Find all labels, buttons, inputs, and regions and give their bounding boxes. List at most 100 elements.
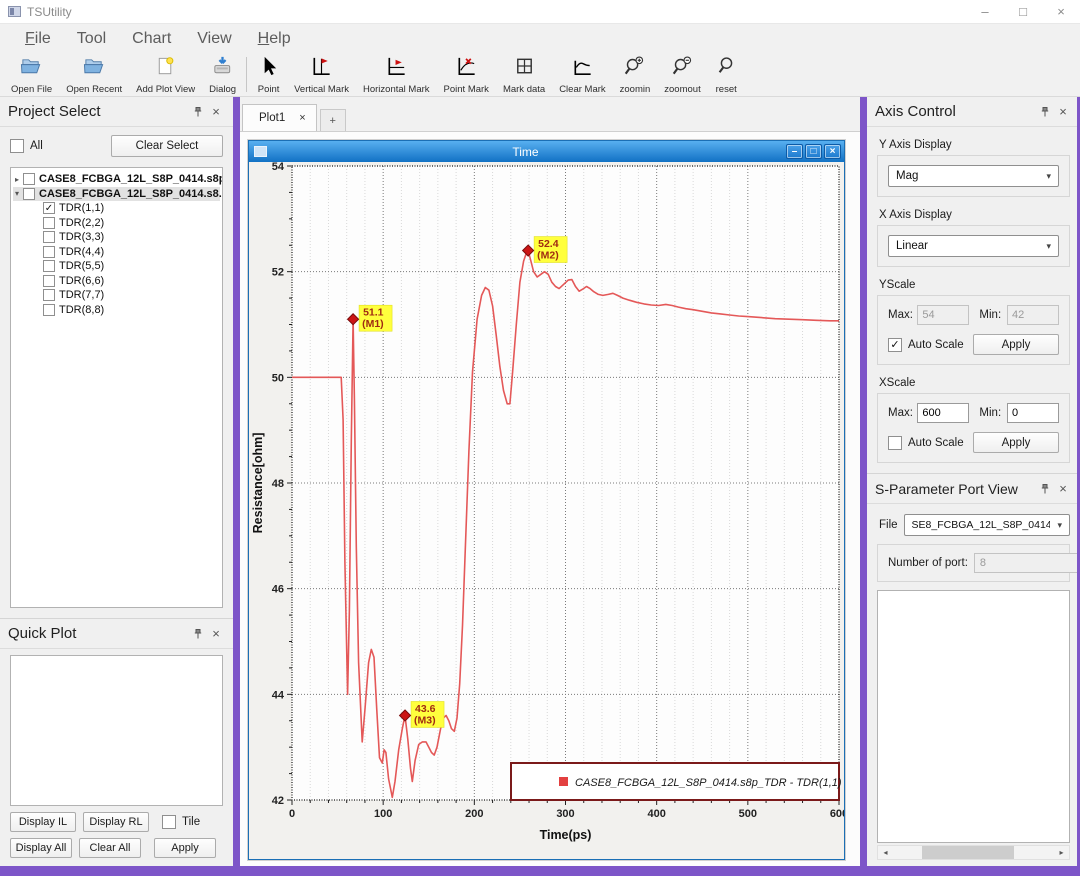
x-tick-label: 0 bbox=[289, 808, 295, 820]
panel-separator[interactable] bbox=[860, 97, 867, 866]
pin-icon[interactable] bbox=[1036, 480, 1054, 498]
sparam-port-list[interactable] bbox=[877, 590, 1070, 843]
scroll-right-icon[interactable]: ▸ bbox=[1054, 846, 1069, 859]
tree-item-tdr88[interactable]: TDR(8,8) bbox=[13, 303, 220, 318]
tree-item-tdr11[interactable]: ✓ TDR(1,1) bbox=[13, 201, 220, 216]
tdr-chart[interactable]: 010020030040050060042444648505254Time(ps… bbox=[249, 162, 844, 859]
checkbox[interactable] bbox=[43, 217, 55, 229]
panel-separator[interactable] bbox=[233, 97, 240, 866]
close-icon[interactable]: × bbox=[1054, 480, 1072, 498]
dialog-button[interactable]: Dialog bbox=[202, 53, 243, 96]
xscale-min-input[interactable] bbox=[1007, 403, 1059, 423]
checkbox[interactable] bbox=[43, 260, 55, 272]
sparam-title: S-Parameter Port View bbox=[875, 481, 1018, 497]
clear-all-button[interactable]: Clear All bbox=[79, 838, 141, 858]
port-count-label: Number of port: bbox=[888, 557, 968, 569]
point-mark-button[interactable]: Point Mark bbox=[437, 53, 496, 96]
scroll-left-icon[interactable]: ◂ bbox=[878, 846, 893, 859]
menu-help[interactable]: Help bbox=[245, 28, 304, 50]
clear-mark-button[interactable]: Clear Mark bbox=[552, 53, 612, 96]
scrollbar-thumb[interactable] bbox=[922, 846, 1014, 859]
tree-item-case8-2[interactable]: ▾ CASE8_FCBGA_12L_S8P_0414.s8... bbox=[13, 187, 220, 202]
pin-icon[interactable] bbox=[1036, 103, 1054, 121]
reset-button[interactable]: reset bbox=[708, 53, 745, 96]
port-count-input[interactable] bbox=[974, 553, 1080, 573]
tree-item-tdr44[interactable]: TDR(4,4) bbox=[13, 245, 220, 260]
checkbox[interactable] bbox=[23, 173, 35, 185]
plot-minimize-button[interactable]: – bbox=[786, 144, 803, 159]
zoomin-button[interactable]: zoomin bbox=[613, 53, 658, 96]
x-tick-label: 400 bbox=[647, 808, 665, 820]
mark-data-button[interactable]: Mark data bbox=[496, 53, 552, 96]
tree-item-tdr66[interactable]: TDR(6,6) bbox=[13, 274, 220, 289]
tab-close-icon[interactable]: × bbox=[299, 112, 305, 124]
horizontal-scrollbar[interactable]: ◂ ▸ bbox=[877, 845, 1070, 860]
mark-value-label: 43.6 bbox=[415, 703, 436, 715]
bottom-accent-bar bbox=[0, 866, 1080, 876]
scrollbar-track[interactable] bbox=[893, 846, 1054, 859]
maximize-button[interactable]: □ bbox=[1004, 0, 1042, 23]
tree-collapsed-icon[interactable]: ▸ bbox=[15, 175, 19, 184]
tree-item-tdr55[interactable]: TDR(5,5) bbox=[13, 259, 220, 274]
yscale-max-input[interactable] bbox=[917, 305, 969, 325]
checkbox[interactable] bbox=[43, 275, 55, 287]
y-axis-display-combo[interactable]: Mag ▾ bbox=[888, 165, 1059, 187]
menu-file[interactable]: File bbox=[12, 28, 64, 50]
tree-expanded-icon[interactable]: ▾ bbox=[15, 189, 19, 198]
close-button[interactable]: × bbox=[1042, 0, 1080, 23]
xscale-apply-button[interactable]: Apply bbox=[973, 432, 1059, 453]
display-rl-button[interactable]: Display RL bbox=[83, 812, 149, 832]
tree-item-tdr33[interactable]: TDR(3,3) bbox=[13, 230, 220, 245]
display-all-button[interactable]: Display All bbox=[10, 838, 72, 858]
checkbox[interactable] bbox=[43, 246, 55, 258]
checkbox[interactable] bbox=[43, 304, 55, 316]
tab-plot1[interactable]: Plot1 × bbox=[242, 104, 317, 131]
tree-item-tdr22[interactable]: TDR(2,2) bbox=[13, 216, 220, 231]
plot-maximize-button[interactable]: □ bbox=[805, 144, 822, 159]
axis-control-header: Axis Control × bbox=[867, 97, 1080, 127]
y-tick-label: 50 bbox=[272, 372, 284, 384]
left-dock: Project Select × All Clear Select ▸ CASE… bbox=[0, 97, 233, 866]
tile-checkbox[interactable] bbox=[162, 815, 176, 829]
pin-icon[interactable] bbox=[189, 625, 207, 643]
file-combo[interactable]: SE8_FCBGA_12L_S8P_0414.s8p_TDR ▾ bbox=[904, 514, 1070, 536]
menu-tool[interactable]: Tool bbox=[64, 28, 119, 50]
quick-plot-apply-button[interactable]: Apply bbox=[154, 838, 216, 858]
clear-select-button[interactable]: Clear Select bbox=[111, 135, 223, 157]
close-icon[interactable]: × bbox=[207, 625, 225, 643]
pin-icon[interactable] bbox=[189, 103, 207, 121]
vertical-mark-button[interactable]: Vertical Mark bbox=[287, 53, 356, 96]
zoomout-button[interactable]: zoomout bbox=[657, 53, 707, 96]
point-button[interactable]: Point bbox=[250, 53, 287, 96]
yscale-apply-button[interactable]: Apply bbox=[973, 334, 1059, 355]
app-icon bbox=[8, 6, 21, 17]
close-icon[interactable]: × bbox=[207, 103, 225, 121]
close-icon[interactable]: × bbox=[1054, 103, 1072, 121]
open-file-button[interactable]: Open File bbox=[4, 53, 59, 96]
quick-plot-panel: Quick Plot × Display IL Display RL Tile … bbox=[0, 618, 233, 866]
checkbox[interactable] bbox=[43, 289, 55, 301]
tree-item-case8-1[interactable]: ▸ CASE8_FCBGA_12L_S8P_0414.s8p bbox=[13, 172, 220, 187]
mdi-area: Time – □ × 01002003004005006004244464850… bbox=[240, 132, 860, 866]
horizontal-mark-button[interactable]: Horizontal Mark bbox=[356, 53, 437, 96]
yscale-autoscale-checkbox[interactable]: ✓ bbox=[888, 338, 902, 352]
titlebar: TSUtility – □ × bbox=[0, 0, 1080, 24]
display-il-button[interactable]: Display IL bbox=[10, 812, 76, 832]
all-checkbox[interactable] bbox=[10, 139, 24, 153]
yscale-min-input[interactable] bbox=[1007, 305, 1059, 325]
plot-close-button[interactable]: × bbox=[824, 144, 841, 159]
open-recent-button[interactable]: Open Recent bbox=[59, 53, 129, 96]
checkbox[interactable] bbox=[23, 188, 35, 200]
minimize-button[interactable]: – bbox=[966, 0, 1004, 23]
xscale-autoscale-checkbox[interactable] bbox=[888, 436, 902, 450]
menu-chart[interactable]: Chart bbox=[119, 28, 184, 50]
add-plot-view-button[interactable]: Add Plot View bbox=[129, 53, 202, 96]
xscale-max-input[interactable] bbox=[917, 403, 969, 423]
plot-window-titlebar[interactable]: Time – □ × bbox=[249, 141, 844, 162]
menu-view[interactable]: View bbox=[184, 28, 244, 50]
new-tab-button[interactable]: + bbox=[320, 109, 346, 131]
x-axis-display-combo[interactable]: Linear ▾ bbox=[888, 235, 1059, 257]
tree-item-tdr77[interactable]: TDR(7,7) bbox=[13, 288, 220, 303]
checkbox[interactable]: ✓ bbox=[43, 202, 55, 214]
checkbox[interactable] bbox=[43, 231, 55, 243]
